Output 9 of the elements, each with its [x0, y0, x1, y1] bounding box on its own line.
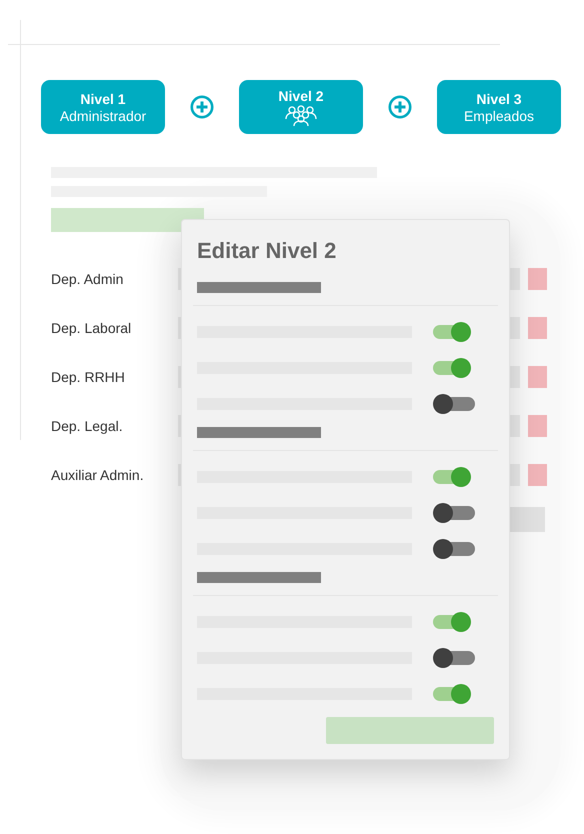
department-label: Dep. Legal.: [51, 418, 124, 434]
level-button[interactable]: Nivel 2: [239, 80, 363, 134]
department-label: Dep. Laboral: [51, 320, 132, 336]
department-label: Auxiliar Admin.: [51, 466, 145, 482]
department-label: Dep. Admin: [51, 270, 124, 286]
level-button[interactable]: Nivel 1 Administrador: [41, 80, 165, 134]
level-button[interactable]: Nivel 3 Empleados: [437, 80, 561, 134]
department-label: Dep. RRHH: [51, 368, 126, 384]
modal-title: Editar Nivel 2: [197, 237, 338, 265]
